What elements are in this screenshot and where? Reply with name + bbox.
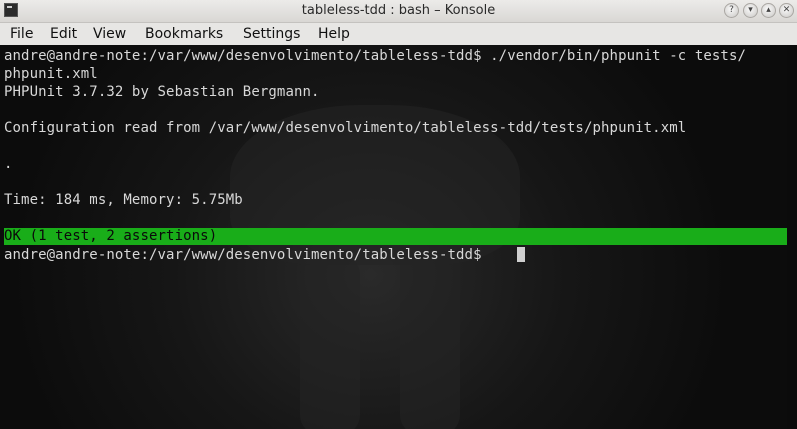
maximize-icon[interactable]: ▴ xyxy=(761,3,776,18)
window-title: tableless-tdd : bash – Konsole xyxy=(301,3,496,18)
menu-bar: File Edit View Bookmarks Settings Help xyxy=(0,23,797,45)
konsole-window: tableless-tdd : bash – Konsole ? ▾ ▴ ✕ F… xyxy=(0,0,797,429)
title-bar[interactable]: tableless-tdd : bash – Konsole ? ▾ ▴ ✕ xyxy=(0,0,797,23)
terminal-line: phpunit.xml xyxy=(4,66,98,82)
terminal-line: Time: 184 ms, Memory: 5.75Mb xyxy=(4,192,243,208)
terminal-scrollbar[interactable] xyxy=(787,45,797,429)
menu-file[interactable]: File xyxy=(10,26,33,42)
terminal-output[interactable]: andre@andre-note:/var/www/desenvolviment… xyxy=(0,45,797,429)
test-result-ok-bar: OK (1 test, 2 assertions) xyxy=(4,228,787,245)
menu-edit[interactable]: Edit xyxy=(50,26,77,42)
terminal-line: andre@andre-note:/var/www/desenvolviment… xyxy=(4,48,746,64)
test-result-ok-text: OK (1 test, 2 assertions) xyxy=(4,228,218,244)
terminal-line: PHPUnit 3.7.32 by Sebastian Bergmann. xyxy=(4,84,320,100)
menu-view[interactable]: View xyxy=(93,26,126,42)
close-icon[interactable]: ✕ xyxy=(779,3,794,18)
background-silhouette-leg xyxy=(300,255,360,429)
menu-settings[interactable]: Settings xyxy=(243,26,300,42)
menu-bookmarks[interactable]: Bookmarks xyxy=(145,26,223,42)
terminal-line: Configuration read from /var/www/desenvo… xyxy=(4,120,687,136)
terminal-line: . xyxy=(4,156,13,172)
menu-help[interactable]: Help xyxy=(318,26,350,42)
background-silhouette-trunk xyxy=(400,245,460,429)
shell-prompt: andre@andre-note:/var/www/desenvolviment… xyxy=(4,247,491,263)
text-cursor xyxy=(517,247,525,262)
minimize-icon[interactable]: ▾ xyxy=(743,3,758,18)
help-icon[interactable]: ? xyxy=(724,3,739,18)
